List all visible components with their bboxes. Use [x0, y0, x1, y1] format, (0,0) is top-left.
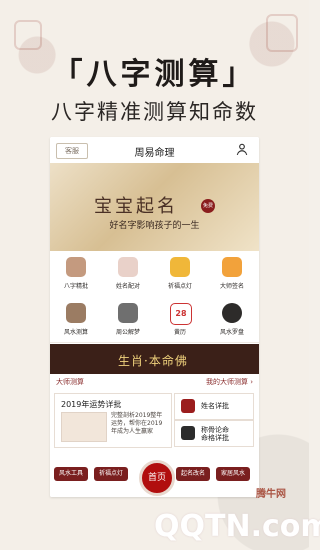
banner-title: 宝宝起名	[94, 196, 178, 217]
bone-weight-card[interactable]: 称骨论命 命格详批	[174, 420, 254, 447]
grid-label: 大师签名	[219, 283, 244, 290]
bazi-icon	[66, 257, 86, 277]
bottom-nav: 风水工具 祈福点灯 首页 起名改名 家居风水	[50, 460, 259, 497]
promo-title: 「八字测算」	[52, 57, 257, 92]
seal-decoration-left	[14, 20, 42, 50]
watermark-logo: QQTN.com	[154, 509, 320, 544]
promo-header: 「八字测算」 八字精准测算知命数	[0, 0, 309, 132]
nav-lamp[interactable]: 祈福点灯	[94, 467, 128, 481]
grid-item-compass[interactable]: 风水罗盘	[206, 297, 258, 343]
card-title: 2019年运势详批	[61, 400, 122, 409]
promo-subtitle: 八字精准测算知命数	[51, 100, 258, 124]
banner-subtitle: 好名字影响孩子的一生	[109, 221, 200, 231]
fengshui-icon	[66, 303, 86, 323]
fortune-2019-card[interactable]: 2019年运势详批 完整剖析2019整年运势，帮你在2019年成为人生赢家	[54, 393, 172, 448]
grid-item-dream[interactable]: 周公解梦	[102, 297, 154, 343]
grid-label: 八字精批	[63, 283, 88, 290]
zodiac-buddha-banner[interactable]: 生肖·本命佛	[50, 344, 259, 374]
grid-item-lamp[interactable]: 祈福点灯	[154, 251, 206, 297]
grid-item-name-pair[interactable]: 姓名配对	[102, 251, 154, 297]
grid-item-signature[interactable]: 大师签名	[206, 251, 258, 297]
nav-fengshui-tools[interactable]: 风水工具	[54, 467, 88, 481]
grid-item-calendar[interactable]: 28 黄历	[154, 297, 206, 343]
baby-naming-banner[interactable]: 宝宝起名 免费 好名字影响孩子的一生	[50, 163, 259, 251]
app-screen: 客服 周易命理 宝宝起名 免费 好名字影响孩子的一生 八字精批 姓名配对 祈福点…	[50, 137, 259, 497]
grid-label: 风水罗盘	[219, 329, 244, 336]
user-icon[interactable]	[235, 142, 249, 156]
compass-icon	[222, 303, 242, 323]
grid-item-fengshui[interactable]: 风水测算	[50, 297, 102, 343]
lamp-icon	[170, 257, 190, 277]
grid-label: 风水测算	[63, 329, 88, 336]
my-master-link[interactable]: 我的大师测算 ›	[206, 377, 253, 387]
seal-decoration-right	[266, 14, 298, 52]
calendar-icon: 28	[170, 303, 192, 325]
fortune-book-image	[61, 412, 107, 442]
bone-weight-icon	[181, 426, 195, 440]
master-section-header: 大师测算 我的大师测算 ›	[50, 375, 259, 391]
nav-home-fengshui[interactable]: 家居风水	[216, 467, 250, 481]
grid-label: 姓名配对	[115, 283, 140, 290]
banner-free-tag: 免费	[201, 199, 215, 213]
calendar-number: 28	[175, 309, 187, 318]
watermark-small-text: 腾牛网	[256, 489, 286, 500]
signature-icon	[222, 257, 242, 277]
feature-grid: 八字精批 姓名配对 祈福点灯 大师签名 风水测算 周公解梦 28 黄历 风水罗盘	[50, 251, 259, 343]
name-detail-icon	[181, 399, 195, 413]
app-title: 周易命理	[134, 148, 175, 159]
side-card-title: 称骨论命 命格详批	[201, 426, 229, 442]
grid-item-bazi[interactable]: 八字精批	[50, 251, 102, 297]
grid-label: 祈福点灯	[167, 283, 192, 290]
name-pair-icon	[118, 257, 138, 277]
name-detail-card[interactable]: 姓名详批	[174, 393, 254, 420]
site-watermark: 腾牛网 QQTN.com	[96, 489, 320, 550]
nav-home-button[interactable]: 首页	[139, 460, 175, 496]
card-description: 完整剖析2019整年运势，帮你在2019年成为人生赢家	[111, 412, 163, 435]
zodiac-buddha-text: 生肖·本命佛	[118, 354, 188, 368]
master-section-title: 大师测算	[56, 378, 84, 386]
dream-icon	[118, 303, 138, 323]
grid-label: 黄历	[173, 329, 186, 336]
side-card-title: 姓名详批	[201, 402, 229, 410]
divider	[50, 342, 259, 343]
nav-naming[interactable]: 起名改名	[176, 467, 210, 481]
top-bar: 客服 周易命理	[50, 137, 259, 164]
grid-label: 周公解梦	[115, 329, 140, 336]
